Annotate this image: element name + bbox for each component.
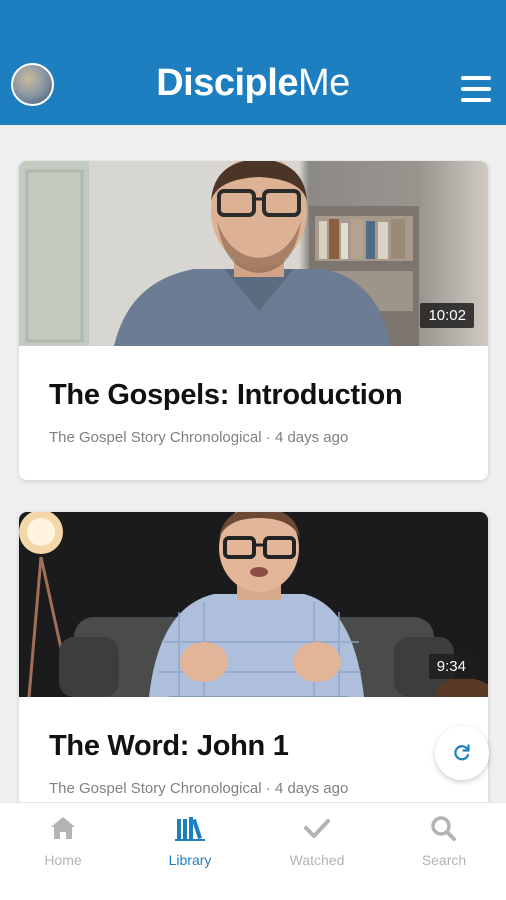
brand-light: Me [297, 62, 350, 104]
nav-label-home: Home [44, 852, 82, 868]
presenter-image [19, 512, 488, 697]
video-thumbnail[interactable]: 10:02 [19, 161, 488, 346]
home-icon [49, 815, 77, 846]
nav-label-search: Search [421, 852, 467, 868]
video-title[interactable]: The Gospels: Introduction [49, 379, 403, 412]
refresh-button[interactable] [435, 726, 489, 780]
hamburger-icon[interactable] [461, 76, 491, 102]
video-title[interactable]: The Word: John 1 [49, 730, 289, 763]
video-thumbnail[interactable]: 9:34 [19, 512, 488, 697]
video-card[interactable]: 9:34 The Word: John 1 The Gospel Story C… [19, 512, 488, 802]
presenter-image [19, 161, 419, 346]
nav-item-watched[interactable]: Watched [254, 803, 380, 900]
video-feed[interactable]: 10:02 The Gospels: Introduction The Gosp… [0, 125, 506, 802]
video-duration: 9:34 [428, 654, 474, 679]
video-card[interactable]: 10:02 The Gospels: Introduction The Gosp… [19, 161, 488, 480]
app-logo: DiscipleMe [0, 62, 506, 105]
nav-item-library[interactable]: Library [127, 803, 253, 900]
video-duration: 10:02 [420, 303, 474, 328]
nav-item-home[interactable]: Home [0, 803, 126, 900]
nav-label-watched: Watched [289, 852, 345, 868]
video-meta: The Gospel Story Chronological · 4 days … [49, 780, 349, 797]
checkmark-icon [303, 815, 331, 846]
nav-label-library: Library [168, 852, 212, 868]
bottom-nav: Home Library Watched Search [0, 802, 506, 900]
nav-item-search[interactable]: Search [381, 803, 506, 900]
library-icon [175, 815, 205, 846]
app-header: DiscipleMe [0, 0, 506, 125]
brand-bold: Disciple [156, 62, 298, 104]
video-meta: The Gospel Story Chronological · 4 days … [49, 429, 349, 446]
refresh-icon [454, 744, 470, 761]
search-icon [430, 815, 458, 846]
